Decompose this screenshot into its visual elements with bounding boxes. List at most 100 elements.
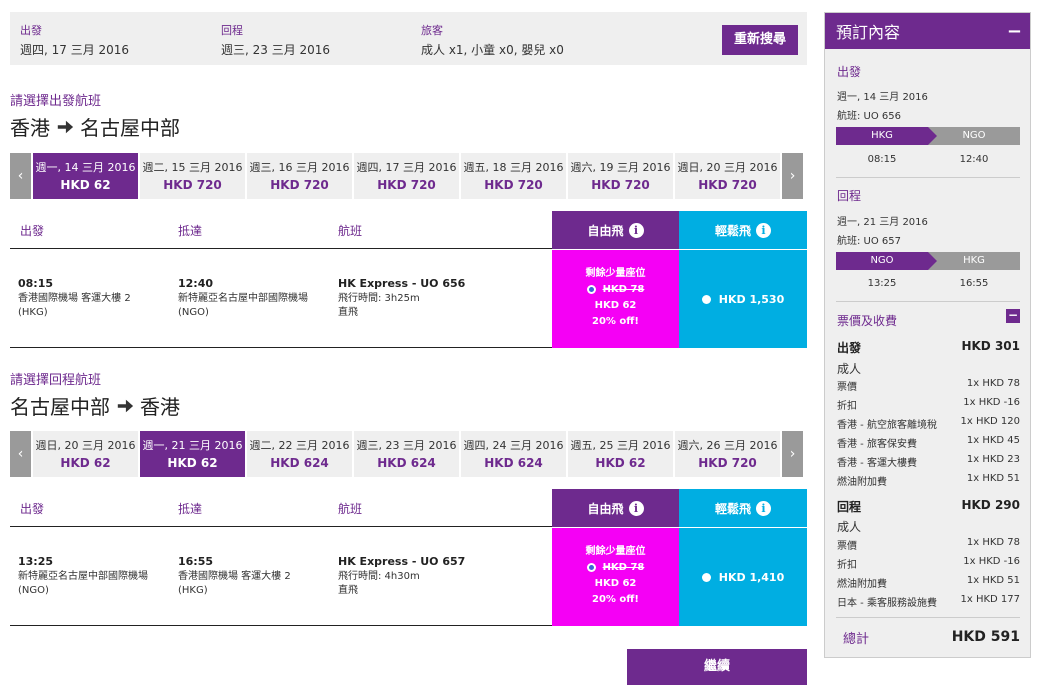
outbound-date-4[interactable]: 週五, 18 三月 2016 HKD 720 bbox=[461, 153, 566, 199]
fare-fun-option[interactable]: 剩餘少量座位 HKD 78 HKD 62 20% off! bbox=[552, 528, 679, 626]
radio-icon[interactable] bbox=[701, 572, 711, 582]
chevron-left-icon: ‹ bbox=[17, 168, 24, 184]
date-price: HKD 720 bbox=[163, 178, 222, 192]
return-date-field[interactable]: 回程 週三, 23 三月 2016 bbox=[221, 24, 330, 58]
info-icon[interactable]: i bbox=[756, 500, 771, 516]
seats-left-note: 剩餘少量座位 bbox=[585, 546, 646, 557]
date-label: 週五, 25 三月 2016 bbox=[570, 439, 671, 452]
summary-return-date: 週一, 21 三月 2016 bbox=[837, 217, 928, 228]
flight-info: HK Express - UO 656 飛行時間: 3h25m 直飛 bbox=[338, 277, 465, 320]
date-price: HKD 624 bbox=[270, 456, 329, 470]
departure-info: 08:15 香港國際機場 客運大樓 2 (HKG) bbox=[18, 277, 131, 320]
fare-easy-header[interactable]: 輕鬆飛 i bbox=[679, 211, 807, 249]
continue-button[interactable]: 繼續 bbox=[627, 649, 807, 685]
fee-amount: HKD 301 bbox=[961, 339, 1020, 353]
return-times: 13:25 16:55 bbox=[836, 278, 1020, 289]
collapse-icon[interactable]: − bbox=[1007, 21, 1022, 42]
fee-label: 票價 bbox=[837, 382, 857, 393]
divider bbox=[836, 617, 1020, 618]
inbound-date-5[interactable]: 週五, 25 三月 2016 HKD 62 bbox=[568, 431, 673, 477]
research-button[interactable]: 重新搜尋 bbox=[722, 25, 798, 55]
fare-fun-header[interactable]: 自由飛 i bbox=[552, 489, 679, 527]
fare-easy-option[interactable]: HKD 1,410 bbox=[679, 528, 807, 626]
chevron-right-icon: › bbox=[789, 168, 796, 184]
original-price: HKD 78 bbox=[602, 562, 645, 573]
next-dates-button[interactable]: › bbox=[782, 153, 803, 199]
inbound-date-0[interactable]: 週日, 20 三月 2016 HKD 62 bbox=[33, 431, 138, 477]
outbound-date-3[interactable]: 週四, 17 三月 2016 HKD 720 bbox=[354, 153, 459, 199]
next-dates-button[interactable]: › bbox=[782, 431, 803, 477]
date-price: HKD 720 bbox=[484, 178, 543, 192]
inbound-date-2[interactable]: 週二, 22 三月 2016 HKD 624 bbox=[247, 431, 352, 477]
segment-origin: NGO bbox=[836, 252, 937, 270]
date-label: 週六, 19 三月 2016 bbox=[570, 161, 671, 174]
fare-easy-header[interactable]: 輕鬆飛 i bbox=[679, 489, 807, 527]
radio-selected-icon[interactable] bbox=[586, 284, 596, 294]
summary-return-flight: 航班: UO 657 bbox=[837, 236, 902, 247]
outbound-date-1[interactable]: 週二, 15 三月 2016 HKD 720 bbox=[140, 153, 245, 199]
info-icon[interactable]: i bbox=[628, 222, 644, 238]
date-price: HKD 720 bbox=[698, 178, 757, 192]
fare-fun-header[interactable]: 自由飛 i bbox=[552, 211, 679, 249]
arrival-code: (HKG) bbox=[178, 585, 208, 596]
fare-fun-label: 自由飛 bbox=[587, 501, 624, 516]
summary-outbound-flight: 航班: UO 656 bbox=[837, 111, 902, 122]
fee-amount: 1x HKD 51 bbox=[966, 575, 1020, 586]
fee-label: 折扣 bbox=[837, 560, 857, 571]
seats-left-note: 剩餘少量座位 bbox=[585, 268, 646, 279]
flight-number[interactable]: HK Express - UO 656 bbox=[338, 277, 465, 290]
fee-amount: 1x HKD 177 bbox=[960, 594, 1020, 605]
inbound-date-6[interactable]: 週六, 26 三月 2016 HKD 720 bbox=[675, 431, 780, 477]
outbound-date-2[interactable]: 週三, 16 三月 2016 HKD 720 bbox=[247, 153, 352, 199]
passengers-field[interactable]: 旅客 成人 x1, 小童 x0, 嬰兒 x0 bbox=[421, 24, 564, 58]
discount-label: 20% off! bbox=[592, 316, 639, 327]
date-price: HKD 720 bbox=[377, 178, 436, 192]
outbound-route: 香港 名古屋中部 bbox=[10, 112, 180, 141]
outbound-segment-bar: HKG NGO bbox=[836, 127, 1020, 145]
departure-airport: 新特麗亞名古屋中部國際機場 bbox=[18, 571, 148, 582]
fee-amount: 1x HKD 78 bbox=[966, 378, 1020, 389]
inbound-date-4[interactable]: 週四, 24 三月 2016 HKD 624 bbox=[461, 431, 566, 477]
departure-airport: 香港國際機場 客運大樓 2 bbox=[18, 293, 131, 304]
prev-dates-button[interactable]: ‹ bbox=[10, 153, 31, 199]
outbound-times: 08:15 12:40 bbox=[836, 154, 1020, 165]
col-arrive: 抵達 bbox=[178, 224, 203, 238]
collapse-fees-icon[interactable]: − bbox=[1006, 309, 1020, 323]
discount-label: 20% off! bbox=[592, 594, 639, 605]
inbound-route: 名古屋中部 香港 bbox=[10, 391, 180, 420]
flight-number[interactable]: HK Express - UO 657 bbox=[338, 555, 465, 568]
fee-amount: 1x HKD 23 bbox=[966, 454, 1020, 465]
arrow-right-icon bbox=[117, 399, 134, 412]
return-segment-bar: NGO HKG bbox=[836, 252, 1020, 270]
outbound-date-5[interactable]: 週六, 19 三月 2016 HKD 720 bbox=[568, 153, 673, 199]
fee-row: 折扣 1x HKD -16 bbox=[837, 397, 1020, 412]
radio-icon[interactable] bbox=[701, 294, 711, 304]
fare-easy-option[interactable]: HKD 1,530 bbox=[679, 250, 807, 348]
fee-row: 日本 - 乘客服務設施費 1x HKD 177 bbox=[837, 594, 1020, 609]
info-icon[interactable]: i bbox=[628, 500, 644, 516]
outbound-date-strip: ‹ 週一, 14 三月 2016 HKD 62 週二, 15 三月 2016 HKD… bbox=[10, 153, 803, 199]
outbound-date-0[interactable]: 週一, 14 三月 2016 HKD 62 bbox=[33, 153, 138, 199]
date-price: HKD 62 bbox=[595, 456, 646, 470]
segment-dep-time: 13:25 bbox=[867, 278, 897, 289]
outbound-date-6[interactable]: 週日, 20 三月 2016 HKD 720 bbox=[675, 153, 780, 199]
prev-dates-button[interactable]: ‹ bbox=[10, 431, 31, 477]
info-icon[interactable]: i bbox=[756, 222, 771, 238]
fee-label: 回程 bbox=[837, 500, 862, 514]
inbound-date-3[interactable]: 週三, 23 三月 2016 HKD 624 bbox=[354, 431, 459, 477]
fare-fun-option[interactable]: 剩餘少量座位 HKD 78 HKD 62 20% off! bbox=[552, 250, 679, 348]
outbound-table-header: 出發 抵達 航班 自由飛 i 輕鬆飛 i bbox=[10, 211, 807, 249]
inbound-date-1[interactable]: 週一, 21 三月 2016 HKD 62 bbox=[140, 431, 245, 477]
date-price: HKD 62 bbox=[167, 456, 218, 470]
outbound-section-title: 請選擇出發航班 bbox=[10, 94, 102, 109]
fee-row: 香港 - 航空旅客離境稅 1x HKD 120 bbox=[837, 416, 1020, 431]
fare-easy-label: 輕鬆飛 bbox=[714, 223, 751, 238]
adult-label: 成人 bbox=[837, 362, 862, 376]
date-label: 週五, 18 三月 2016 bbox=[463, 161, 564, 174]
flight-duration: 飛行時間: 3h25m bbox=[338, 293, 420, 304]
depart-date-field[interactable]: 出發 週四, 17 三月 2016 bbox=[20, 24, 129, 58]
flight-duration: 飛行時間: 4h30m bbox=[338, 571, 420, 582]
fee-row: 香港 - 旅客保安費 1x HKD 45 bbox=[837, 435, 1020, 450]
date-price: HKD 62 bbox=[60, 456, 111, 470]
radio-selected-icon[interactable] bbox=[586, 562, 596, 572]
